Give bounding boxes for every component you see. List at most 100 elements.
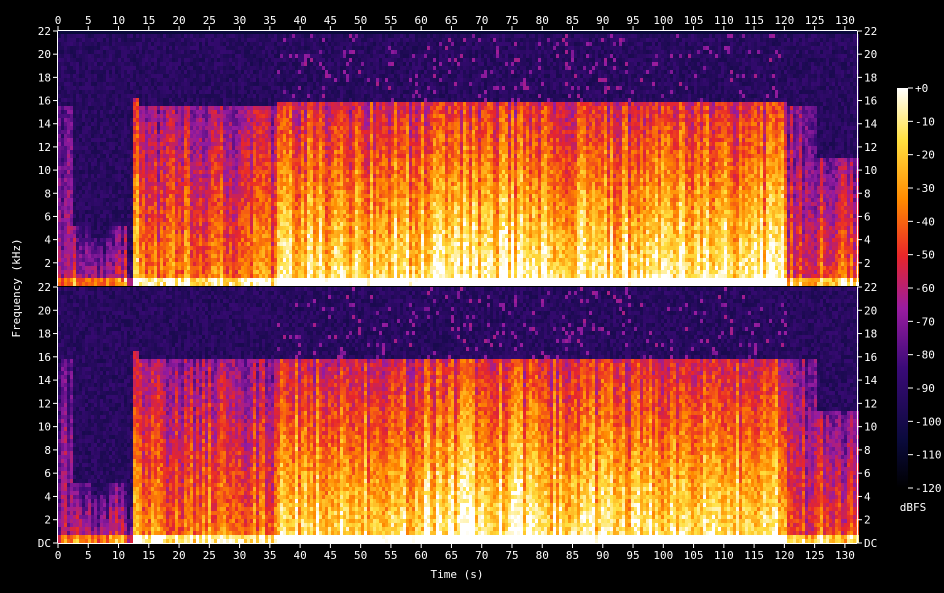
spectrogram-cell: [202, 66, 205, 70]
spectrogram-cell: [139, 182, 142, 186]
spectrogram-cell: [277, 178, 280, 182]
spectrogram-cell: [73, 46, 76, 50]
spectrogram-cell: [172, 230, 175, 234]
spectrogram-cell: [229, 146, 232, 150]
spectrogram-cell: [226, 218, 229, 222]
spectrogram-cell: [181, 266, 184, 270]
spectrogram-cell: [190, 142, 193, 146]
spectrogram-cell: [235, 146, 238, 150]
spectrogram-cell: [82, 218, 85, 222]
spectrogram-cell: [268, 126, 271, 130]
spectrogram-cell: [256, 214, 259, 218]
spectrogram-cell: [256, 166, 259, 170]
spectrogram-cell: [241, 254, 244, 258]
spectrogram-cell: [79, 186, 82, 190]
spectrogram-cell: [142, 82, 145, 86]
spectrogram-cell: [196, 130, 199, 134]
spectrogram-cell: [223, 158, 226, 162]
spectrogram-cell: [226, 98, 229, 102]
spectrogram-cell: [238, 218, 241, 222]
spectrogram-cell: [115, 54, 118, 58]
spectrogram-cell: [232, 242, 235, 246]
spectrogram-cell: [100, 166, 103, 170]
spectrogram-cell: [100, 138, 103, 142]
spectrogram-cell: [178, 166, 181, 170]
spectrogram-cell: [61, 98, 64, 102]
spectrogram-cell: [235, 114, 238, 118]
spectrogram-cell: [217, 198, 220, 202]
spectrogram-cell: [214, 238, 217, 242]
spectrogram-cell: [220, 190, 223, 194]
spectrogram-cell: [232, 98, 235, 102]
spectrogram-cell: [259, 158, 262, 162]
spectrogram-cell: [232, 218, 235, 222]
spectrogram-cell: [115, 230, 118, 234]
spectrogram-cell: [121, 258, 124, 262]
spectrogram-cell: [235, 262, 238, 266]
spectrogram-cell: [226, 106, 229, 110]
spectrogram-column-top: [205, 34, 208, 286]
spectrogram-cell: [73, 282, 76, 286]
spectrogram-cell: [289, 78, 292, 82]
spectrogram-cell: [271, 222, 274, 226]
spectrogram-cell: [253, 134, 256, 138]
spectrogram-cell: [262, 258, 265, 262]
spectrogram-cell: [145, 42, 148, 46]
spectrogram-cell: [136, 154, 139, 158]
spectrogram-cell: [175, 58, 178, 62]
spectrogram-cell: [181, 66, 184, 70]
spectrogram-cell: [73, 78, 76, 82]
spectrogram-cell: [214, 98, 217, 102]
spectrogram-cell: [268, 70, 271, 74]
spectrogram-cell: [229, 162, 232, 166]
spectrogram-cell: [229, 242, 232, 246]
spectrogram-cell: [229, 74, 232, 78]
spectrogram-cell: [115, 114, 118, 118]
spectrogram-cell: [208, 242, 211, 246]
spectrogram-cell: [133, 62, 136, 66]
spectrogram-cell: [118, 214, 121, 218]
spectrogram-cell: [142, 78, 145, 82]
spectrogram-cell: [160, 178, 163, 182]
spectrogram-cell: [169, 278, 172, 282]
spectrogram-cell: [169, 274, 172, 278]
spectrogram-cell: [115, 150, 118, 154]
spectrogram-cell: [58, 262, 61, 266]
spectrogram-cell: [199, 54, 202, 58]
spectrogram-cell: [217, 166, 220, 170]
spectrogram-cell: [121, 138, 124, 142]
spectrogram-cell: [175, 178, 178, 182]
spectrogram-cell: [193, 166, 196, 170]
spectrogram-cell: [103, 278, 106, 282]
spectrogram-cell: [181, 42, 184, 46]
spectrogram-cell: [229, 110, 232, 114]
spectrogram-cell: [130, 206, 133, 210]
spectrogram-cell: [154, 254, 157, 258]
spectrogram-cell: [145, 202, 148, 206]
spectrogram-cell: [250, 98, 253, 102]
spectrogram-cell: [226, 274, 229, 278]
spectrogram-cell: [82, 118, 85, 122]
spectrogram-cell: [268, 58, 271, 62]
spectrogram-cell: [133, 162, 136, 166]
spectrogram-cell: [187, 274, 190, 278]
spectrogram-cell: [118, 210, 121, 214]
spectrogram-cell: [175, 154, 178, 158]
spectrogram-cell: [103, 218, 106, 222]
spectrogram-cell: [286, 130, 289, 134]
spectrogram-cell: [127, 74, 130, 78]
spectrogram-cell: [67, 226, 70, 230]
spectrogram-cell: [154, 274, 157, 278]
spectrogram-cell: [160, 138, 163, 142]
spectrogram-cell: [184, 214, 187, 218]
spectrogram-cell: [214, 266, 217, 270]
spectrogram-cell: [142, 142, 145, 146]
spectrogram-cell: [100, 70, 103, 74]
spectrogram-cell: [97, 178, 100, 182]
spectrogram-cell: [223, 154, 226, 158]
spectrogram-cell: [265, 134, 268, 138]
spectrogram-cell: [151, 274, 154, 278]
spectrogram-cell: [97, 238, 100, 242]
spectrogram-cell: [175, 114, 178, 118]
spectrogram-cell: [247, 214, 250, 218]
